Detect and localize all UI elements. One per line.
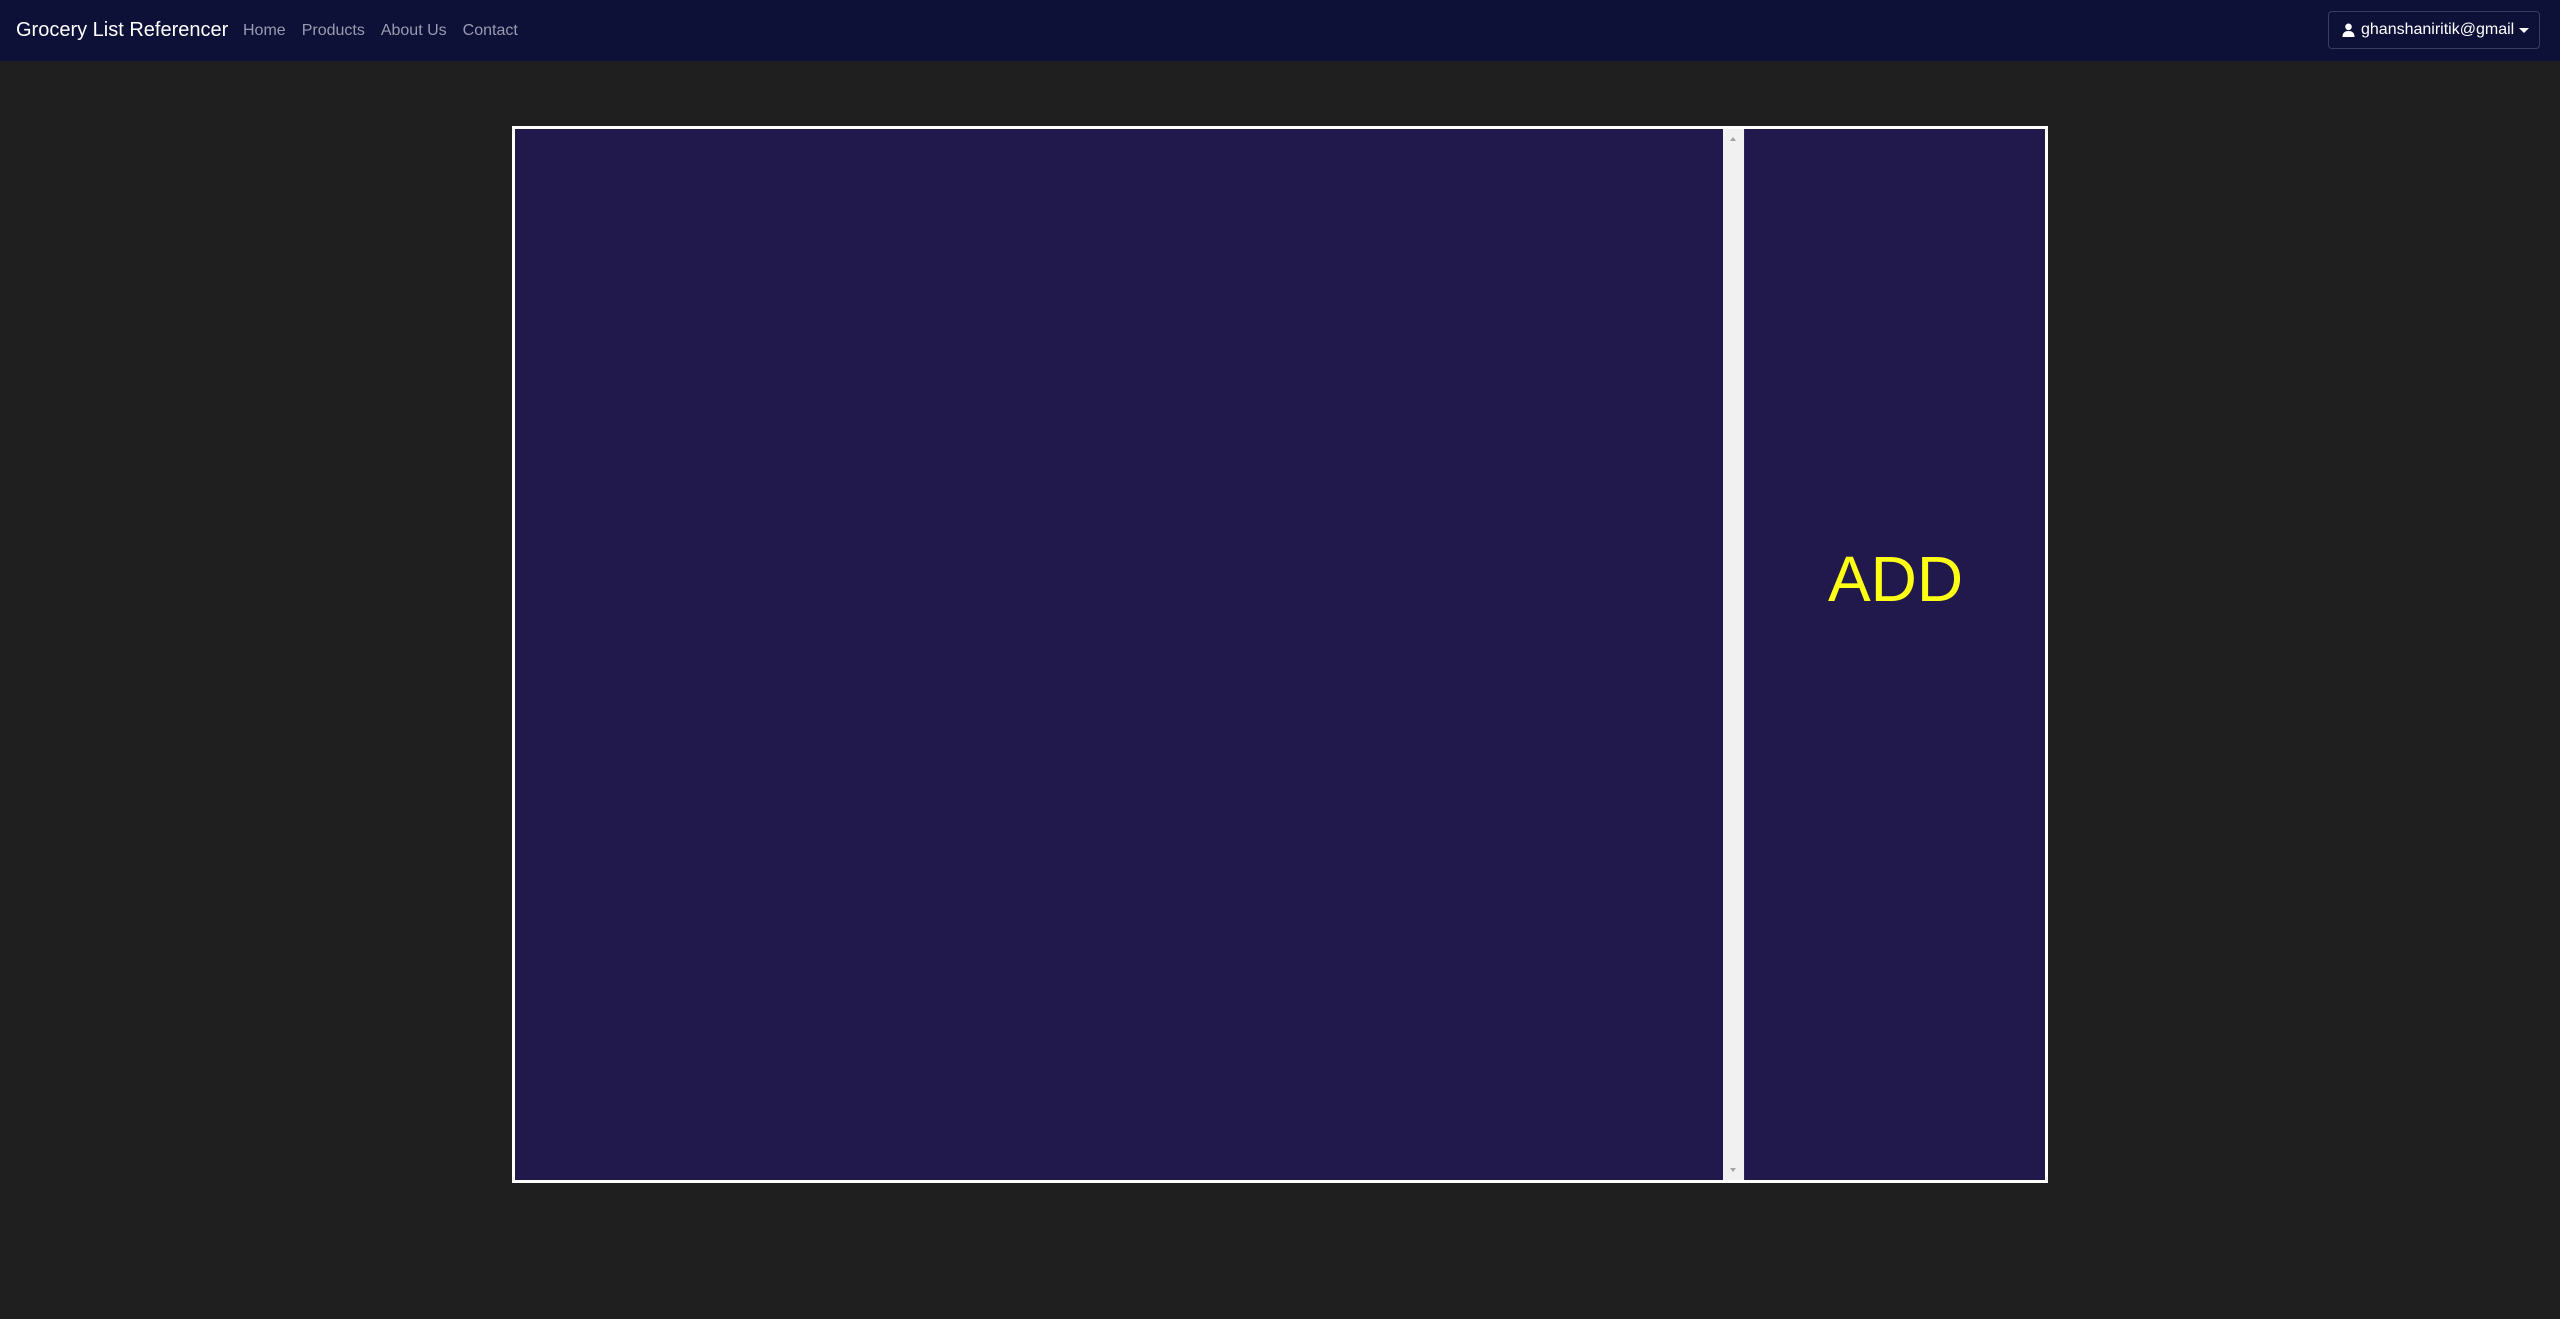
scroll-up-arrow-icon[interactable] xyxy=(1730,137,1736,141)
chevron-down-icon xyxy=(2519,27,2530,33)
list-scrollbar[interactable] xyxy=(1723,129,1744,1180)
nav-links: Home Products About Us Contact xyxy=(243,20,534,41)
nav-link-contact[interactable]: Contact xyxy=(463,20,518,41)
user-icon xyxy=(2341,22,2355,38)
nav-link-products[interactable]: Products xyxy=(302,20,365,41)
grocery-list-area xyxy=(515,129,1723,1180)
add-button[interactable]: ADD xyxy=(1745,539,2046,619)
grocery-panel: ADD xyxy=(512,126,2048,1183)
nav-link-home[interactable]: Home xyxy=(243,20,286,41)
navbar: Grocery List Referencer Home Products Ab… xyxy=(0,0,2560,61)
brand-link[interactable]: Grocery List Referencer xyxy=(16,17,228,43)
nav-link-about-us[interactable]: About Us xyxy=(381,20,447,41)
user-email-label: ghanshaniritik@gmail xyxy=(2361,21,2515,38)
user-dropdown-button[interactable]: ghanshaniritik@gmail xyxy=(2328,11,2540,49)
scroll-down-arrow-icon[interactable] xyxy=(1730,1168,1736,1172)
add-area: ADD xyxy=(1744,129,2045,1180)
